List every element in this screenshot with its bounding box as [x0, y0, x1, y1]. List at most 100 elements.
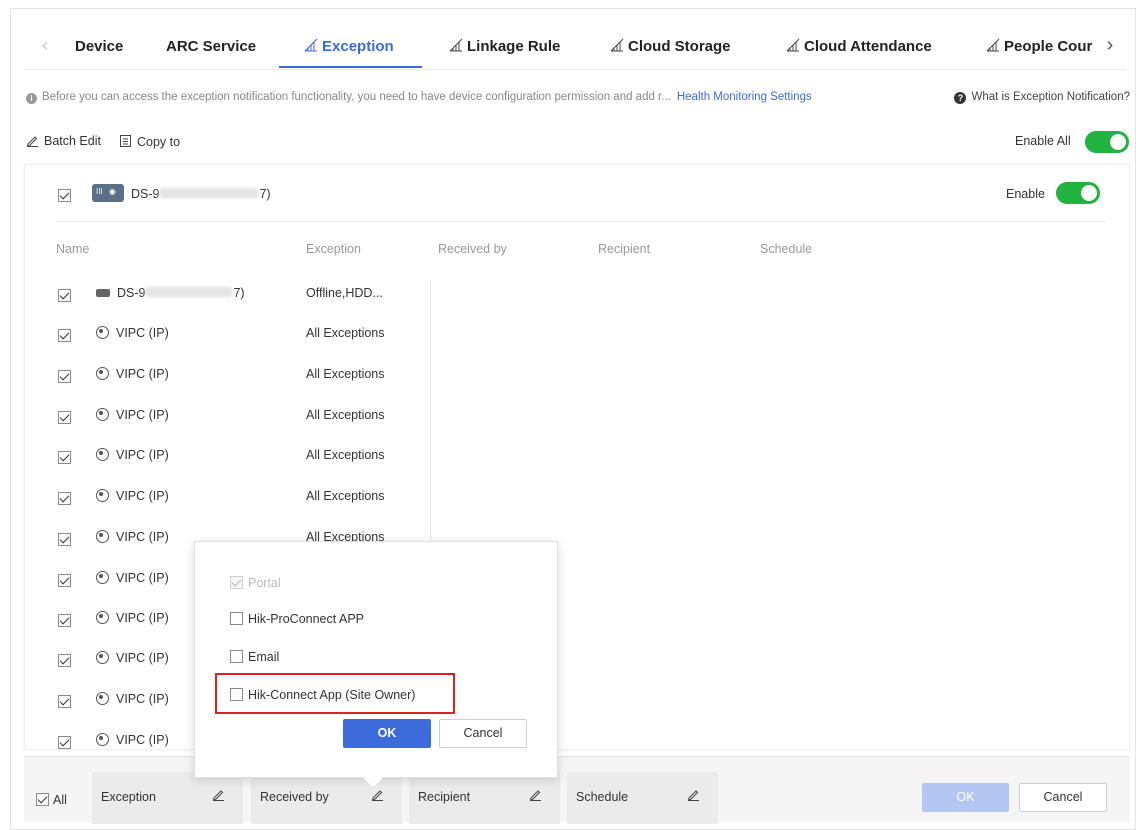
tab-linkage-rule[interactable]: Linkage Rule: [449, 38, 560, 58]
row-exception: Offline,HDD...: [306, 286, 383, 300]
row-checkbox[interactable]: [58, 533, 71, 546]
row-name-text: VIPC (IP): [116, 530, 169, 544]
recipient-field[interactable]: Recipient: [409, 772, 560, 824]
copy-to-button[interactable]: Copy to: [119, 134, 180, 149]
row-checkbox[interactable]: [58, 736, 71, 749]
row-name-text: VIPC (IP): [116, 692, 169, 706]
popup-ok-button[interactable]: OK: [343, 719, 431, 748]
camera-icon: [96, 571, 109, 584]
row-checkbox[interactable]: [58, 614, 71, 627]
exception-field[interactable]: Exception: [92, 772, 243, 824]
enable-all-label: Enable All: [1015, 134, 1071, 148]
tab-label: ARC Service: [166, 38, 257, 55]
copy-to-label: Copy to: [137, 135, 181, 149]
info-icon: i: [26, 93, 37, 104]
camera-icon: [96, 367, 109, 380]
exception-notification-help[interactable]: ? What is Exception Notification?: [954, 91, 1130, 104]
row-checkbox[interactable]: [58, 289, 71, 302]
row-checkbox[interactable]: [58, 574, 71, 587]
row-name-text: VIPC (IP): [116, 367, 169, 381]
hdd-icon: [96, 289, 110, 297]
pencil-icon[interactable]: [687, 788, 700, 801]
row-name: DS-9 7): [96, 286, 245, 300]
column-header-received-by: Received by: [438, 242, 507, 256]
device-enable-toggle[interactable]: [1056, 182, 1100, 204]
chevron-right-icon[interactable]: ›: [1103, 34, 1117, 56]
row-name-text: VIPC (IP): [116, 571, 169, 585]
device-card: [24, 164, 1130, 750]
enable-all-toggle[interactable]: [1085, 131, 1129, 153]
camera-icon: [96, 326, 109, 339]
tab-label: People Cour: [1004, 38, 1093, 55]
batch-edit-button[interactable]: Batch Edit: [26, 134, 101, 148]
redacted-serial: [159, 188, 260, 198]
row-name-text: VIPC (IP): [116, 733, 169, 747]
select-all-checkbox[interactable]: [36, 793, 49, 806]
permission-notice: i Before you can access the exception not…: [26, 91, 812, 104]
row-name: VIPC (IP): [96, 651, 169, 665]
camera-icon: [96, 448, 109, 461]
copy-icon: [120, 135, 131, 147]
row-checkbox[interactable]: [58, 654, 71, 667]
email-checkbox[interactable]: [230, 650, 243, 663]
chevron-left-icon[interactable]: ‹: [38, 34, 52, 56]
tab-label: Cloud Storage: [628, 38, 731, 55]
row-name: VIPC (IP): [96, 530, 169, 544]
signal-icon: [304, 38, 318, 52]
field-label: Schedule: [576, 790, 629, 804]
tab-label: Cloud Attendance: [804, 38, 932, 55]
batch-ok-button[interactable]: OK: [922, 783, 1009, 812]
tab-exception[interactable]: Exception: [304, 38, 394, 58]
column-header-exception: Exception: [306, 242, 361, 256]
pencil-icon[interactable]: [371, 788, 384, 801]
row-checkbox[interactable]: [58, 492, 71, 505]
email-label[interactable]: Email: [248, 650, 279, 664]
tab-people-counting[interactable]: People Cour: [986, 38, 1092, 58]
row-name: VIPC (IP): [96, 692, 169, 706]
row-name: VIPC (IP): [96, 367, 169, 381]
signal-icon: [449, 38, 463, 52]
select-all-label: All: [53, 793, 67, 807]
batch-edit-label: Batch Edit: [44, 134, 101, 148]
help-text: What is Exception Notification?: [971, 91, 1130, 103]
field-label: Recipient: [418, 790, 471, 804]
tab-bar: ‹ Device ARC Service Exception Linkage R…: [0, 0, 1126, 68]
tab-arc-service[interactable]: ARC Service: [166, 38, 256, 58]
batch-cancel-button[interactable]: Cancel: [1019, 783, 1107, 812]
device-name: DS-9 7): [131, 187, 271, 201]
row-name-text: VIPC (IP): [116, 408, 169, 422]
device-enable-label: Enable: [1006, 187, 1045, 201]
row-name-text: VIPC (IP): [116, 651, 169, 665]
schedule-field[interactable]: Schedule: [567, 772, 718, 824]
row-checkbox[interactable]: [58, 695, 71, 708]
notice-text: Before you can access the exception noti…: [42, 91, 671, 103]
device-checkbox[interactable]: [58, 189, 71, 202]
redacted-serial: [145, 287, 234, 297]
tab-device[interactable]: Device: [75, 38, 123, 58]
pencil-icon[interactable]: [212, 788, 225, 801]
tab-label: Device: [75, 38, 124, 55]
highlight-box: [215, 673, 455, 714]
row-checkbox[interactable]: [58, 329, 71, 342]
row-checkbox[interactable]: [58, 370, 71, 383]
tab-cloud-storage[interactable]: Cloud Storage: [610, 38, 731, 58]
tab-label: Linkage Rule: [467, 38, 561, 55]
device-name-suffix: 7): [259, 187, 271, 201]
column-header-schedule: Schedule: [760, 242, 813, 256]
column-divider: [430, 280, 431, 550]
hik-proconnect-app-checkbox[interactable]: [230, 612, 243, 625]
pencil-icon[interactable]: [529, 788, 542, 801]
health-monitoring-settings-link[interactable]: Health Monitoring Settings: [677, 91, 812, 103]
camera-icon: [96, 611, 109, 624]
row-checkbox[interactable]: [58, 451, 71, 464]
question-icon: ?: [954, 92, 967, 104]
row-name: VIPC (IP): [96, 733, 169, 747]
row-name: VIPC (IP): [96, 489, 169, 503]
field-label: Exception: [101, 790, 156, 804]
tab-cloud-attendance[interactable]: Cloud Attendance: [786, 38, 932, 58]
row-name: VIPC (IP): [96, 571, 169, 585]
popup-cancel-button[interactable]: Cancel: [439, 719, 527, 748]
row-checkbox[interactable]: [58, 411, 71, 424]
row-name-suffix: 7): [233, 286, 245, 300]
hik-proconnect-app-label[interactable]: Hik-ProConnect APP: [248, 612, 364, 626]
